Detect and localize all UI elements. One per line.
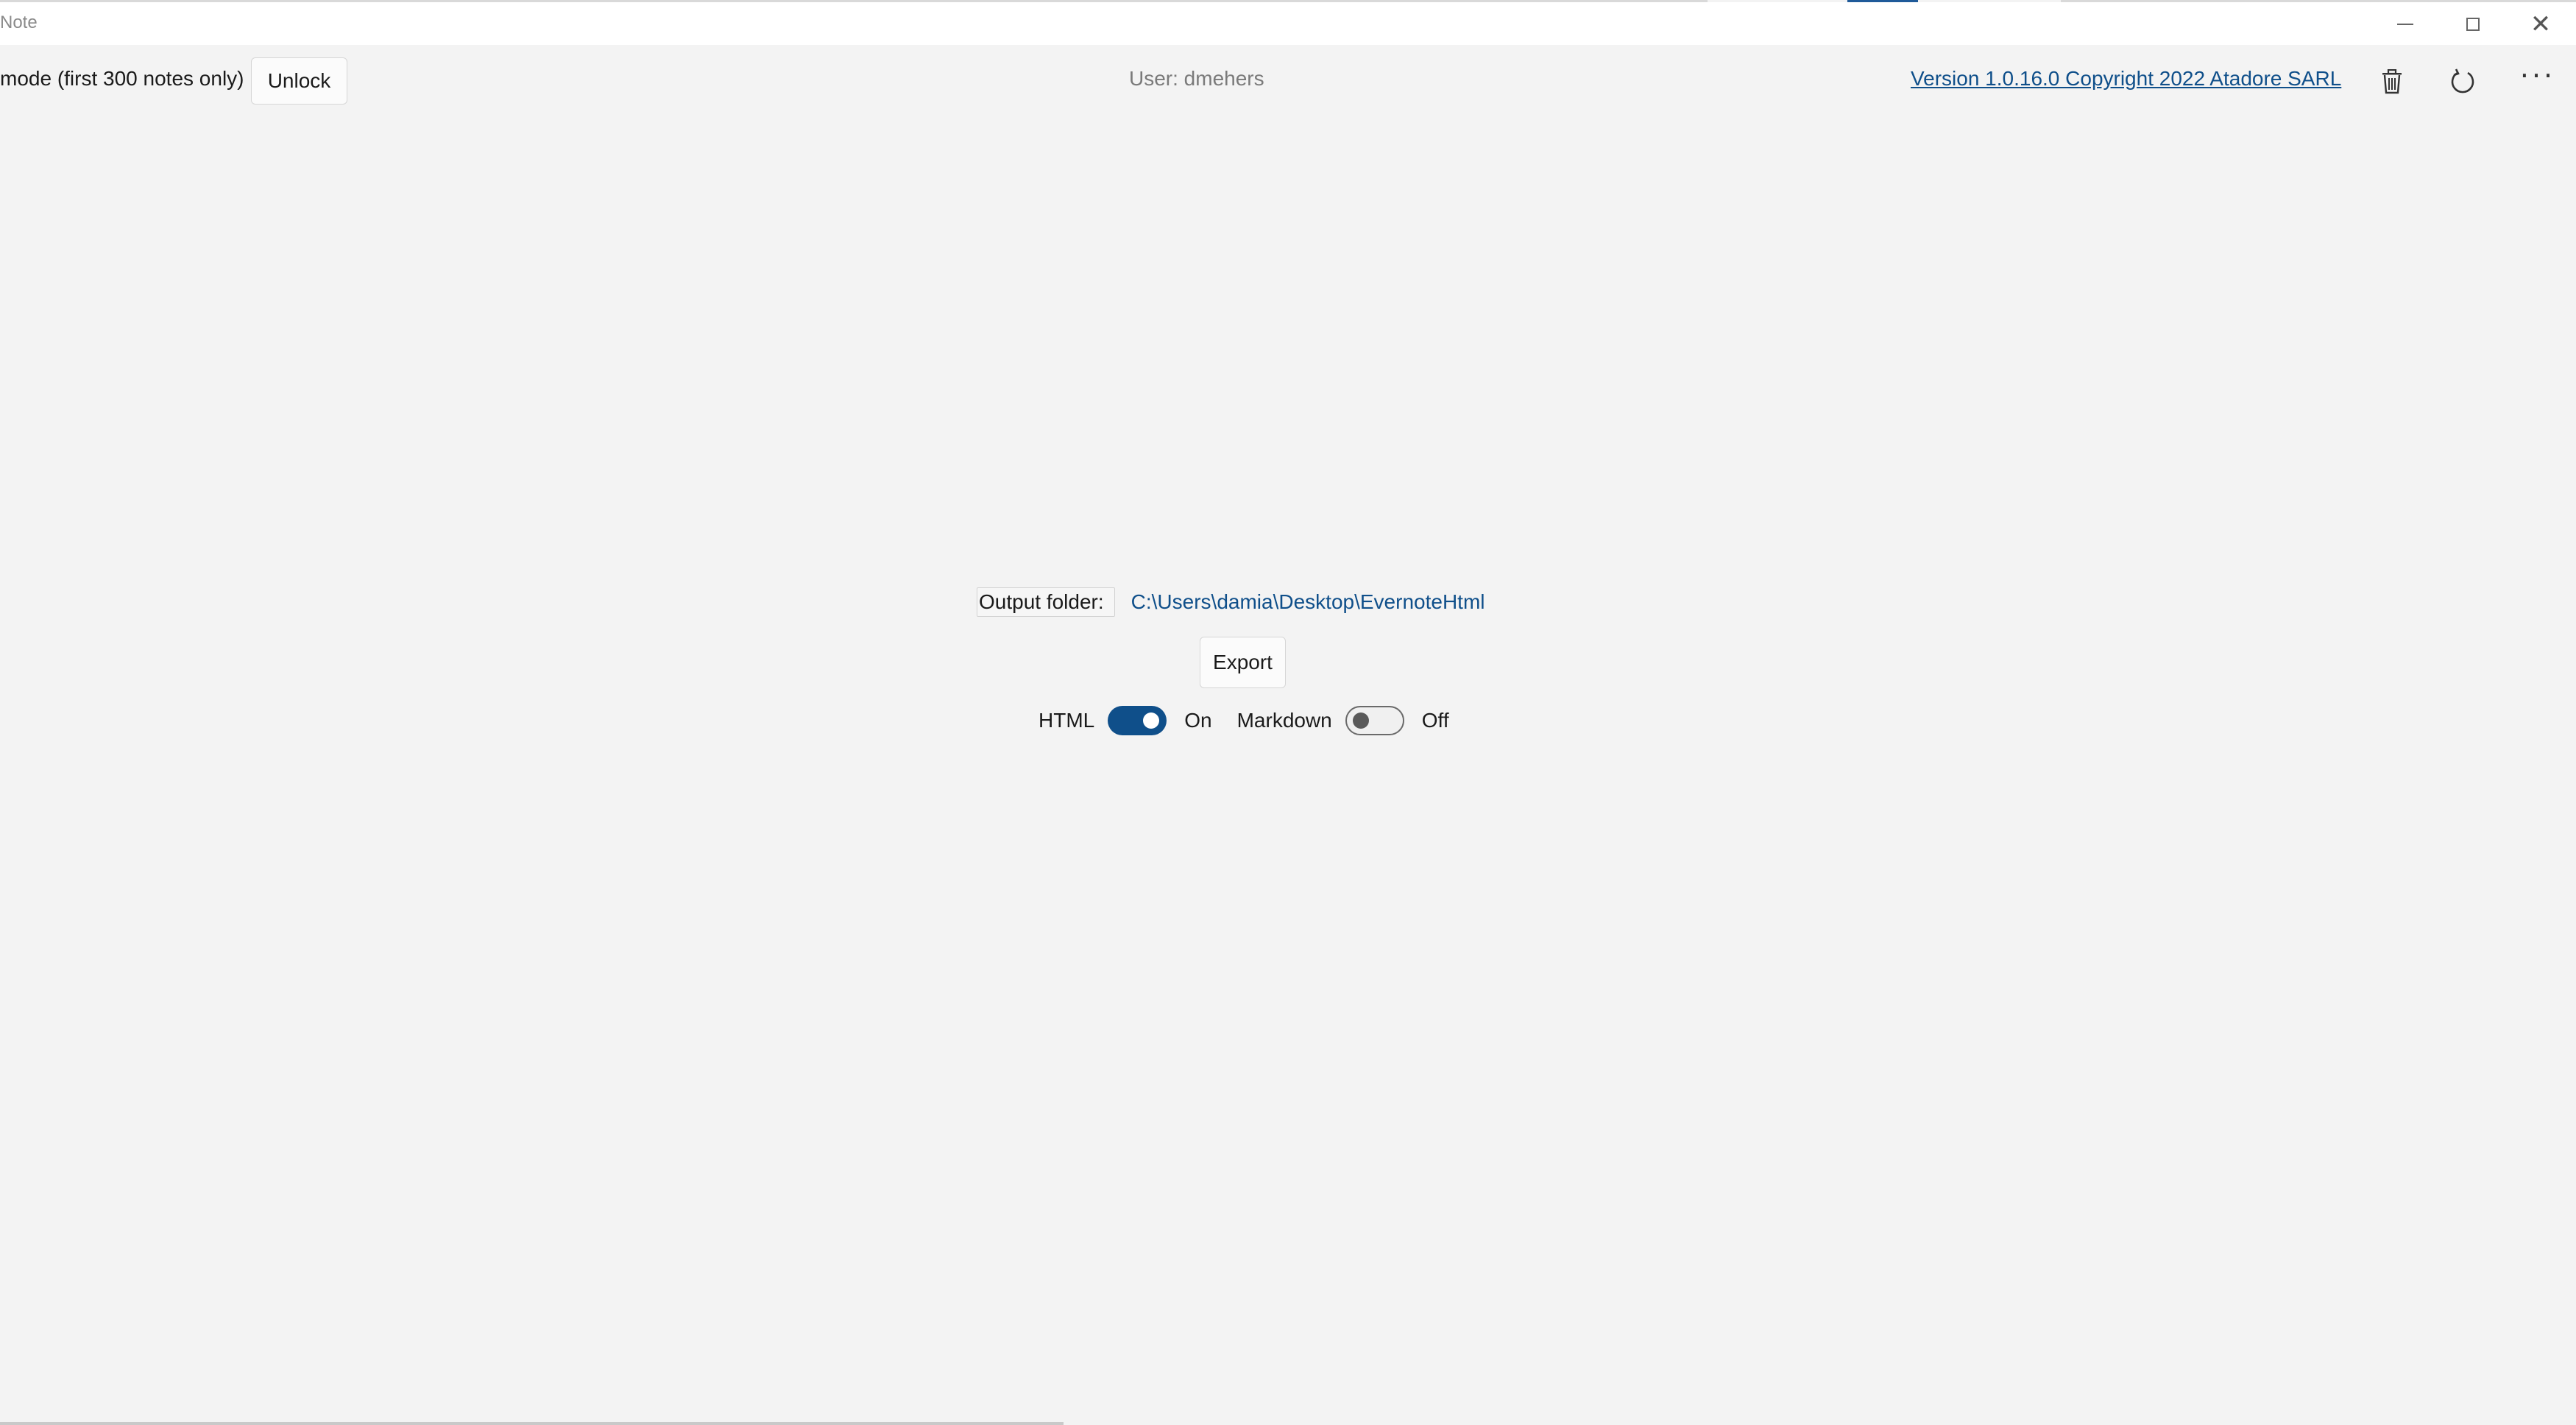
more-icon[interactable]: ··· <box>2517 55 2558 96</box>
maximize-icon <box>2466 18 2480 31</box>
window-title: Note <box>0 13 38 32</box>
html-toggle-label: HTML <box>1038 709 1095 732</box>
output-folder-path[interactable]: C:\Users\damia\Desktop\EvernoteHtml <box>1131 590 1485 614</box>
markdown-toggle-state: Off <box>1421 709 1449 732</box>
markdown-toggle-switch[interactable] <box>1345 706 1404 735</box>
format-toggles: HTML On Markdown Off <box>1038 702 1449 739</box>
bottom-divider <box>0 1422 1064 1425</box>
toggle-knob <box>1352 712 1369 729</box>
unlock-button[interactable]: Unlock <box>251 57 347 105</box>
output-folder-row: Output folder: C:\Users\damia\Desktop\Ev… <box>977 586 1485 618</box>
html-toggle-switch[interactable] <box>1108 706 1167 735</box>
trial-mode-text: mode (first 300 notes only) <box>0 67 244 90</box>
output-folder-label[interactable]: Output folder: <box>977 587 1115 617</box>
toolbar: mode (first 300 notes only) Unlock User:… <box>0 45 2576 116</box>
version-link[interactable]: Version 1.0.16.0 Copyright 2022 Atadore … <box>1911 67 2341 91</box>
markdown-toggle-label: Markdown <box>1236 709 1332 732</box>
trash-icon[interactable] <box>2371 61 2413 102</box>
toggle-knob <box>1143 712 1160 729</box>
minimize-icon <box>2397 24 2413 25</box>
html-toggle-state: On <box>1184 709 1212 732</box>
refresh-icon[interactable] <box>2442 61 2483 102</box>
maximize-button[interactable] <box>2439 4 2507 44</box>
close-icon: ✕ <box>2530 10 2552 39</box>
minimize-button[interactable] <box>2371 4 2439 44</box>
close-button[interactable]: ✕ <box>2507 4 2575 44</box>
export-button[interactable]: Export <box>1200 637 1286 688</box>
title-bar: Note ✕ <box>0 2 2576 45</box>
user-label: User: dmehers <box>1129 67 1264 90</box>
app-window: Note ✕ mode (first 300 notes only) Unloc… <box>0 0 2576 1425</box>
